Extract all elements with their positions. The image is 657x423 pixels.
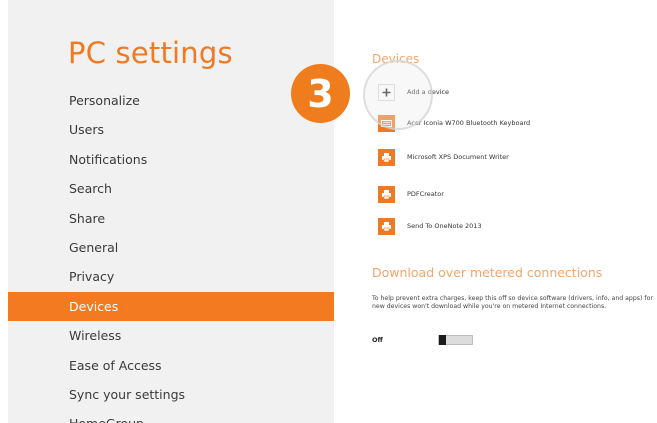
metered-toggle-row: Off [372, 335, 473, 345]
printer-icon [378, 185, 395, 203]
nav-item-notifications[interactable]: Notifications [8, 145, 334, 174]
nav-item-privacy[interactable]: Privacy [8, 262, 334, 291]
toggle-state-label: Off [372, 336, 383, 344]
device-label: Microsoft XPS Document Writer [407, 153, 509, 161]
nav-item-users[interactable]: Users [8, 115, 334, 144]
nav-list: Personalize Users Notifications Search S… [8, 86, 334, 423]
metered-toggle-switch[interactable] [438, 335, 473, 345]
highlight-circle [363, 60, 433, 130]
nav-item-personalize[interactable]: Personalize [8, 86, 334, 115]
nav-item-sync-settings[interactable]: Sync your settings [8, 380, 334, 409]
step-number-badge: 3 [291, 64, 350, 123]
device-label: Acer Iconia W700 Bluetooth Keyboard [407, 119, 531, 127]
printer-icon [378, 148, 395, 166]
device-label: Send To OneNote 2013 [407, 222, 482, 230]
nav-item-devices[interactable]: Devices [8, 291, 334, 322]
nav-item-homegroup[interactable]: HomeGroup [8, 409, 334, 423]
nav-item-general[interactable]: General [8, 233, 334, 262]
nav-item-wireless[interactable]: Wireless [8, 321, 334, 350]
device-item-xps-writer[interactable]: Microsoft XPS Document Writer [378, 146, 509, 168]
metered-section-title: Download over metered connections [372, 265, 603, 280]
device-label: PDFCreator [407, 190, 444, 198]
device-item-pdfcreator[interactable]: PDFCreator [378, 183, 444, 205]
printer-icon [378, 217, 395, 235]
nav-item-ease-of-access[interactable]: Ease of Access [8, 351, 334, 380]
device-item-onenote[interactable]: Send To OneNote 2013 [378, 215, 482, 237]
settings-nav-pane: PC settings Personalize Users Notificati… [8, 0, 334, 423]
metered-description: To help prevent extra charges, keep this… [372, 295, 653, 310]
nav-item-share[interactable]: Share [8, 204, 334, 233]
page-title: PC settings [68, 36, 233, 70]
nav-item-search[interactable]: Search [8, 174, 334, 203]
toggle-thumb [439, 335, 446, 345]
